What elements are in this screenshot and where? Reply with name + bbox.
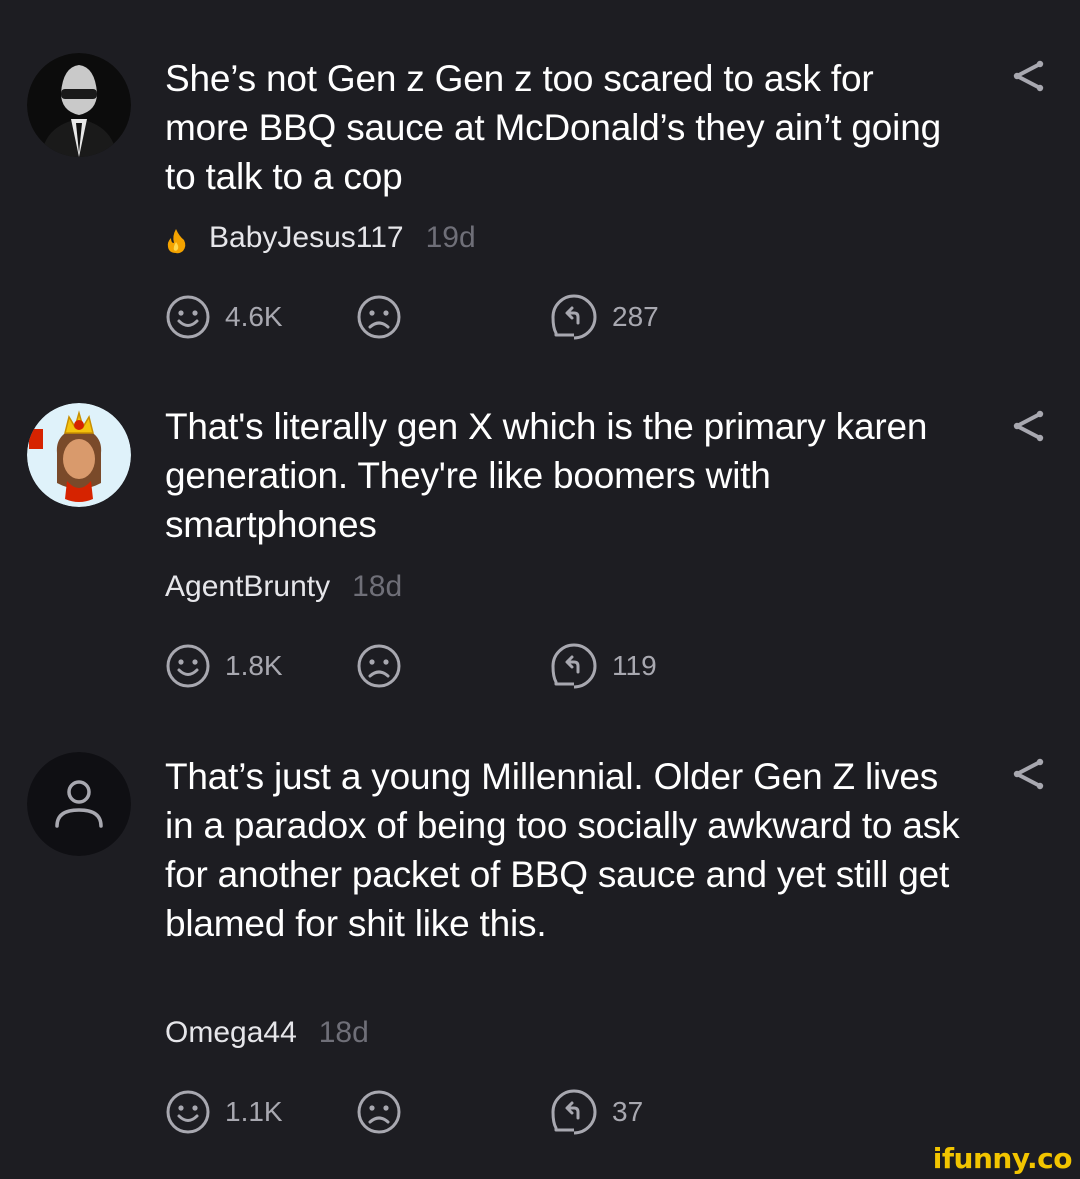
comment-text: That's literally gen X which is the prim…: [165, 406, 928, 545]
smile-button[interactable]: 1.1K: [165, 1089, 283, 1135]
smile-button[interactable]: 4.6K: [165, 294, 283, 340]
ifunny-watermark: ifunny.co: [932, 1142, 1073, 1175]
reply-button[interactable]: 37: [550, 1089, 643, 1135]
share-icon[interactable]: [1010, 756, 1046, 792]
fire-icon: [165, 225, 187, 254]
unsmile-icon: [357, 1090, 401, 1134]
comment-age: 18d: [318, 1016, 369, 1049]
username[interactable]: AgentBrunty: [165, 567, 330, 607]
comment-age: 18d: [352, 570, 403, 603]
share-icon[interactable]: [1010, 58, 1046, 94]
avatar[interactable]: [27, 752, 131, 856]
unsmile-icon: [357, 295, 401, 339]
comment-actions: 1.8K 119: [165, 643, 765, 689]
share-icon[interactable]: [1010, 408, 1046, 444]
smile-icon: [166, 644, 210, 688]
reply-icon: [551, 1089, 597, 1135]
unsmile-button[interactable]: [356, 294, 402, 340]
username[interactable]: Omega44: [165, 1013, 297, 1053]
comment-actions: 4.6K 287: [165, 294, 765, 340]
username[interactable]: BabyJesus117: [209, 218, 404, 258]
comment-meta: BabyJesus117 19d: [165, 218, 476, 258]
reply-count: 119: [612, 650, 657, 681]
reply-count: 287: [612, 301, 659, 332]
comment-actions: 1.1K 37: [165, 1089, 765, 1135]
smile-button[interactable]: 1.8K: [165, 643, 283, 689]
comment-age: 19d: [425, 221, 476, 254]
unsmile-button[interactable]: [356, 1089, 402, 1135]
unsmile-button[interactable]: [356, 643, 402, 689]
reply-icon: [551, 294, 597, 340]
smile-icon: [166, 295, 210, 339]
comment-meta: Omega44 18d: [165, 1013, 369, 1053]
smile-icon: [166, 1090, 210, 1134]
avatar[interactable]: [27, 53, 131, 157]
unsmile-icon: [357, 644, 401, 688]
comment-text: She’s not Gen z Gen z too scared to ask …: [165, 58, 941, 197]
reply-icon: [551, 643, 597, 689]
reply-count: 37: [612, 1096, 644, 1127]
reply-button[interactable]: 119: [550, 643, 657, 689]
avatar[interactable]: [27, 403, 131, 507]
reply-button[interactable]: 287: [550, 294, 659, 340]
smile-count: 1.8K: [225, 650, 283, 681]
comment-text: That’s just a young Millennial. Older Ge…: [165, 756, 960, 944]
smile-count: 1.1K: [225, 1096, 283, 1127]
comment-meta: AgentBrunty 18d: [165, 567, 402, 607]
smile-count: 4.6K: [225, 301, 283, 332]
